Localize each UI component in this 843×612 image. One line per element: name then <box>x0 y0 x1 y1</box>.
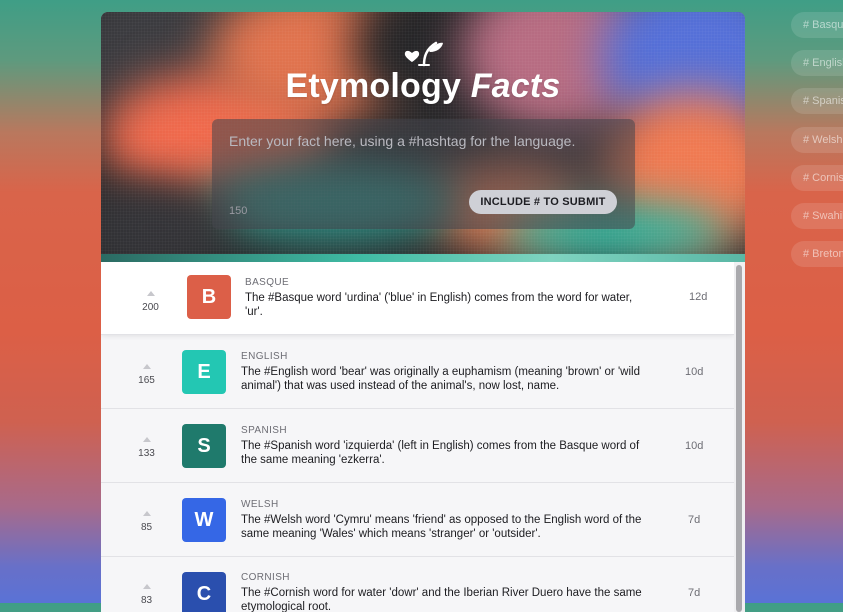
fact-input[interactable] <box>212 119 635 189</box>
hero-header: Etymology Facts 150 INCLUDE # TO SUBMIT <box>101 12 745 262</box>
vote-count: 200 <box>142 302 159 313</box>
upvote-button[interactable]: 133 <box>134 437 159 459</box>
list-item: 83 C CORNISH The #Cornish word for water… <box>101 557 734 612</box>
vote-count: 165 <box>138 375 155 386</box>
language-avatar: W <box>182 498 226 542</box>
upvote-arrow-icon[interactable] <box>142 511 151 516</box>
hashtag-english[interactable]: # English <box>791 50 843 76</box>
facts-card: Etymology Facts 150 INCLUDE # TO SUBMIT … <box>101 12 745 612</box>
title-plain: Etymology <box>285 67 462 105</box>
upvote-button[interactable]: 165 <box>134 364 159 386</box>
fact-age: 12d <box>689 291 708 303</box>
language-avatar: B <box>187 275 231 319</box>
vote-count: 85 <box>140 522 153 533</box>
language-avatar: S <box>182 424 226 468</box>
list-item: 85 W WELSH The #Welsh word 'Cymru' means… <box>101 483 734 557</box>
vote-count: 133 <box>138 448 155 459</box>
language-avatar: C <box>182 572 226 612</box>
language-label: WELSH <box>241 499 279 510</box>
list-item: 133 S SPANISH The #Spanish word 'izquier… <box>101 409 734 483</box>
char-counter: 150 <box>229 205 248 217</box>
hashtag-basque[interactable]: # Basque <box>791 12 843 38</box>
fact-composer: 150 INCLUDE # TO SUBMIT <box>212 119 635 229</box>
fact-age: 7d <box>688 587 701 599</box>
fact-age: 10d <box>685 440 704 452</box>
list-item: 165 E ENGLISH The #English word 'bear' w… <box>101 335 734 409</box>
hashtag-swahili[interactable]: # Swahili <box>791 203 843 229</box>
language-label: SPANISH <box>241 425 287 436</box>
language-avatar: E <box>182 350 226 394</box>
fact-text: The #Cornish word for water 'dowr' and t… <box>241 587 642 612</box>
title-italic: Facts <box>470 67 561 105</box>
upvote-arrow-icon[interactable] <box>146 291 155 296</box>
hashtag-spanish[interactable]: # Spanish <box>791 88 843 114</box>
hashtag-breton[interactable]: # Breton <box>791 241 843 267</box>
scrollbar-thumb[interactable] <box>736 265 742 612</box>
upvote-button[interactable]: 85 <box>134 511 159 533</box>
language-label: BASQUE <box>245 277 290 288</box>
heart-sprout-icon <box>404 41 443 67</box>
upvote-arrow-icon[interactable] <box>142 584 151 589</box>
upvote-button[interactable]: 200 <box>138 291 163 313</box>
submit-button[interactable]: INCLUDE # TO SUBMIT <box>469 190 617 214</box>
fact-text: The #Welsh word 'Cymru' means 'friend' a… <box>241 514 642 540</box>
app-title: Etymology Facts <box>101 67 745 106</box>
list-item: 200 B BASQUE The #Basque word 'urdina' (… <box>101 262 734 335</box>
fact-age: 7d <box>688 514 701 526</box>
language-label: CORNISH <box>241 572 290 583</box>
facts-list: 200 B BASQUE The #Basque word 'urdina' (… <box>101 262 734 612</box>
fact-text: The #English word 'bear' was originally … <box>241 366 640 392</box>
upvote-arrow-icon[interactable] <box>142 364 151 369</box>
list-scrollbar[interactable] <box>734 262 745 612</box>
hashtag-cornish[interactable]: # Cornish <box>791 165 843 191</box>
fact-age: 10d <box>685 366 704 378</box>
fact-text: The #Basque word 'urdina' ('blue' in Eng… <box>245 292 633 318</box>
vote-count: 83 <box>140 595 153 606</box>
upvote-arrow-icon[interactable] <box>142 437 151 442</box>
fact-text: The #Spanish word 'izquierda' (left in E… <box>241 440 640 466</box>
hashtag-welsh[interactable]: # Welsh <box>791 127 843 153</box>
language-label: ENGLISH <box>241 351 288 362</box>
